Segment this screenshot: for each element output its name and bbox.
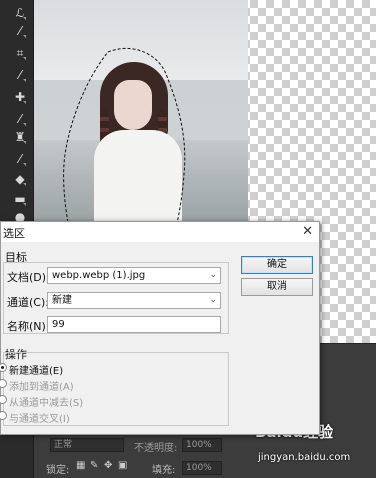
clone-stamp-icon[interactable]: ♜ [11,128,29,146]
channel-name-value: 99 [52,319,65,330]
fill-input[interactable]: 100% [182,461,222,475]
blend-mode-value: 正常 [54,440,73,450]
lock-move-icon[interactable]: ✥ [104,460,112,471]
tool-flyout-indicator [23,203,26,206]
channel-select[interactable]: 新建 ⌄ [47,292,221,309]
selection-marquee [63,47,186,244]
chevron-down-icon: ⌄ [209,270,217,280]
brush-icon[interactable]: ⁄ [11,110,29,128]
lock-paint-icon[interactable]: ✎ [90,460,98,471]
operation-option-label: 与通道交叉(I) [9,414,70,425]
lock-transparent-icon[interactable]: ▦ [76,460,85,471]
ok-button[interactable]: 确定 [241,256,313,274]
tool-flyout-indicator [23,17,26,20]
tool-flyout-indicator [23,123,26,126]
operation-option-label: 新建通道(E) [9,366,64,377]
healing-brush-icon[interactable]: ✚ [11,88,29,106]
eyedropper-icon[interactable]: ⁄ [11,66,29,84]
lock-all-icon[interactable]: ▣ [118,460,127,471]
document-value: webp.webp (1).jpg [52,270,146,281]
tool-flyout-indicator [23,141,26,144]
gradient-icon[interactable]: ▬ [11,190,29,208]
history-brush-icon[interactable]: ⁄ [11,150,29,168]
channel-value: 新建 [52,295,72,306]
operation-option-label: 从通道中减去(S) [9,398,84,409]
save-selection-dialog: 选区 ✕ 目标 文档(D): webp.webp (1).jpg ⌄ 通道(C)… [0,221,320,435]
tool-flyout-indicator [23,163,26,166]
magic-wand-icon[interactable]: ⁄ [11,22,29,40]
close-icon[interactable]: ✕ [302,224,313,239]
opacity-value: 100% [186,440,212,450]
lock-label: 锁定: [46,465,70,476]
fill-label: 填充: [152,465,176,476]
tool-flyout-indicator [23,183,26,186]
fill-value: 100% [186,463,212,473]
dialog-titlebar[interactable]: 选区 ✕ [1,222,319,242]
lasso-icon[interactable]: ℒ [11,4,29,22]
tool-flyout-indicator [23,57,26,60]
crop-icon[interactable]: ⌗ [11,44,29,62]
name-label: 名称(N): [7,320,50,333]
operation-option-label: 添加到通道(A) [9,382,74,393]
blend-mode-select[interactable]: 正常 [50,438,124,452]
tool-flyout-indicator [23,101,26,104]
opacity-input[interactable]: 100% [182,438,222,452]
channel-label: 通道(C): [7,296,49,309]
document-select[interactable]: webp.webp (1).jpg ⌄ [47,267,221,284]
dialog-title: 选区 [3,227,25,240]
eraser-icon[interactable]: ◆ [11,170,29,188]
tool-flyout-indicator [23,35,26,38]
chevron-down-icon: ⌄ [209,295,217,305]
opacity-label: 不透明度: [134,443,178,454]
watermark-url: jingyan.baidu.com [258,452,351,463]
document-label: 文档(D): [7,271,50,284]
cancel-button[interactable]: 取消 [241,278,313,296]
channel-name-input[interactable]: 99 [47,316,221,333]
tool-flyout-indicator [23,79,26,82]
